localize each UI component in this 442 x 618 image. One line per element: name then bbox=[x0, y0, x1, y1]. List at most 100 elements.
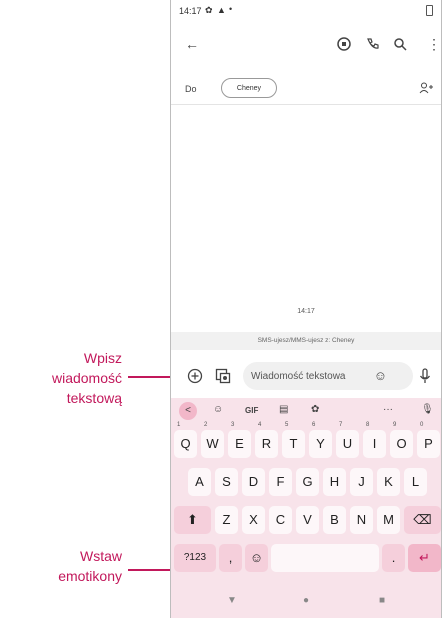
collapse-toolbar-icon[interactable]: < bbox=[179, 402, 197, 420]
keyboard-toolbar: < ☺ GIF ▤ ✿ ··· 🎙 bbox=[171, 398, 441, 424]
message-placeholder: Wiadomość tekstowa bbox=[251, 371, 346, 382]
enter-key[interactable]: ↵ bbox=[408, 544, 441, 572]
callout-type-text: Wpisz wiadomość tekstową bbox=[52, 348, 122, 408]
key-q[interactable]: 1Q bbox=[174, 422, 197, 458]
key-label: P bbox=[424, 436, 433, 451]
callout-line-3: tekstową bbox=[66, 390, 122, 406]
recipient-row: Do Cheney bbox=[171, 70, 441, 105]
key-b[interactable]: B bbox=[323, 506, 346, 534]
status-bar: 14:17 ✿ ▲ • bbox=[171, 0, 441, 22]
to-label: Do bbox=[185, 84, 197, 94]
gallery-icon[interactable] bbox=[215, 368, 231, 384]
key-hint: 7 bbox=[339, 422, 343, 428]
key-r[interactable]: 4R bbox=[255, 422, 278, 458]
sticker-icon[interactable] bbox=[337, 37, 351, 51]
key-m[interactable]: M bbox=[377, 506, 400, 534]
period-key[interactable]: . bbox=[382, 544, 405, 572]
key-p[interactable]: 0P bbox=[417, 422, 440, 458]
back-nav-icon[interactable]: ▼ bbox=[227, 595, 237, 606]
more-icon[interactable]: ··· bbox=[383, 404, 393, 415]
key-k[interactable]: K bbox=[377, 468, 400, 496]
status-time: 14:17 bbox=[179, 6, 202, 16]
key-j[interactable]: J bbox=[350, 468, 373, 496]
callout-line-2: wiadomość bbox=[51, 370, 122, 386]
key-label: R bbox=[261, 436, 272, 451]
key-s[interactable]: S bbox=[215, 468, 238, 496]
key-label: T bbox=[289, 436, 298, 451]
sms-info-banner: SMS-ujesz/MMS-ujesz z: Cheney bbox=[171, 332, 441, 350]
key-label: I bbox=[372, 436, 377, 451]
key-d[interactable]: D bbox=[242, 468, 265, 496]
key-t[interactable]: 5T bbox=[282, 422, 305, 458]
message-timestamp: 14:17 bbox=[297, 308, 315, 315]
more-vert-icon[interactable]: ⋮ bbox=[427, 37, 441, 51]
clipboard-icon[interactable]: ▤ bbox=[279, 404, 288, 415]
key-x[interactable]: X bbox=[242, 506, 265, 534]
phone-icon[interactable] bbox=[365, 37, 379, 51]
key-label: Q bbox=[180, 436, 191, 451]
key-hint: 2 bbox=[204, 422, 208, 428]
key-hint: 5 bbox=[285, 422, 289, 428]
key-y[interactable]: 6Y bbox=[309, 422, 332, 458]
key-v[interactable]: V bbox=[296, 506, 319, 534]
dot-icon: • bbox=[229, 4, 233, 14]
emoji-key[interactable]: ☺ bbox=[245, 544, 268, 572]
key-o[interactable]: 9O bbox=[390, 422, 413, 458]
compose-bar: Wiadomość tekstowa ☺ bbox=[171, 358, 441, 396]
phone-screen: 14:17 ✿ ▲ • ← ⋮ Do Cheney 14:17 SMS-ujes… bbox=[170, 0, 442, 618]
sticker-keyboard-icon[interactable]: ☺ bbox=[213, 404, 223, 415]
navigation-bar: ▼ ● ■ bbox=[171, 586, 441, 618]
key-n[interactable]: N bbox=[350, 506, 373, 534]
key-w[interactable]: 2W bbox=[201, 422, 224, 458]
gif-button[interactable]: GIF bbox=[245, 406, 258, 415]
key-label: Y bbox=[316, 436, 325, 451]
key-hint: 4 bbox=[258, 422, 262, 428]
backspace-key[interactable]: ⌫ bbox=[404, 506, 441, 534]
key-z[interactable]: Z bbox=[215, 506, 238, 534]
space-key[interactable] bbox=[271, 544, 379, 572]
key-u[interactable]: 7U bbox=[336, 422, 359, 458]
callout-line-1: Wstaw bbox=[80, 548, 122, 564]
key-f[interactable]: F bbox=[269, 468, 292, 496]
comma-key[interactable]: , bbox=[219, 544, 242, 572]
key-label: E bbox=[235, 436, 244, 451]
recents-nav-icon[interactable]: ■ bbox=[379, 595, 385, 606]
top-app-bar: ← ⋮ bbox=[171, 24, 441, 64]
message-input[interactable]: Wiadomość tekstowa ☺ bbox=[243, 362, 413, 390]
callout-line-2: emotikony bbox=[58, 568, 122, 584]
search-icon[interactable] bbox=[393, 37, 407, 51]
emoji-icon[interactable]: ☺ bbox=[374, 368, 387, 383]
key-a[interactable]: A bbox=[188, 468, 211, 496]
key-label: W bbox=[206, 436, 219, 451]
key-hint: 3 bbox=[231, 422, 235, 428]
symbols-key[interactable]: ?123 bbox=[174, 544, 216, 572]
key-h[interactable]: H bbox=[323, 468, 346, 496]
keyboard: < ☺ GIF ▤ ✿ ··· 🎙 1Q 2W 3E 4R 5T 6Y 7U 8… bbox=[171, 398, 441, 586]
warning-icon: ▲ bbox=[217, 5, 226, 15]
voice-input-icon[interactable]: 🎙 bbox=[421, 404, 434, 415]
settings-icon[interactable]: ✿ bbox=[311, 404, 319, 415]
add-attachment-icon[interactable] bbox=[187, 368, 203, 384]
key-hint: 6 bbox=[312, 422, 316, 428]
back-arrow-icon[interactable]: ← bbox=[185, 37, 199, 51]
home-nav-icon[interactable]: ● bbox=[303, 595, 309, 606]
callout-line-1: Wpisz bbox=[83, 350, 122, 366]
battery-icon bbox=[426, 5, 433, 16]
add-person-icon[interactable] bbox=[419, 82, 433, 94]
key-i[interactable]: 8I bbox=[363, 422, 386, 458]
key-label: O bbox=[396, 436, 407, 451]
key-hint: 0 bbox=[420, 422, 424, 428]
key-hint: 8 bbox=[366, 422, 370, 428]
gear-icon: ✿ bbox=[205, 5, 213, 15]
recipient-chip[interactable]: Cheney bbox=[221, 78, 277, 98]
key-hint: 1 bbox=[177, 422, 181, 428]
key-hint: 9 bbox=[393, 422, 397, 428]
key-g[interactable]: G bbox=[296, 468, 319, 496]
shift-key[interactable]: ⬆ bbox=[174, 506, 211, 534]
key-e[interactable]: 3E bbox=[228, 422, 251, 458]
key-label: U bbox=[342, 436, 353, 451]
key-l[interactable]: L bbox=[404, 468, 427, 496]
callout-insert-emoji: Wstaw emotikony bbox=[58, 546, 122, 586]
mic-icon[interactable] bbox=[419, 368, 431, 384]
key-c[interactable]: C bbox=[269, 506, 292, 534]
